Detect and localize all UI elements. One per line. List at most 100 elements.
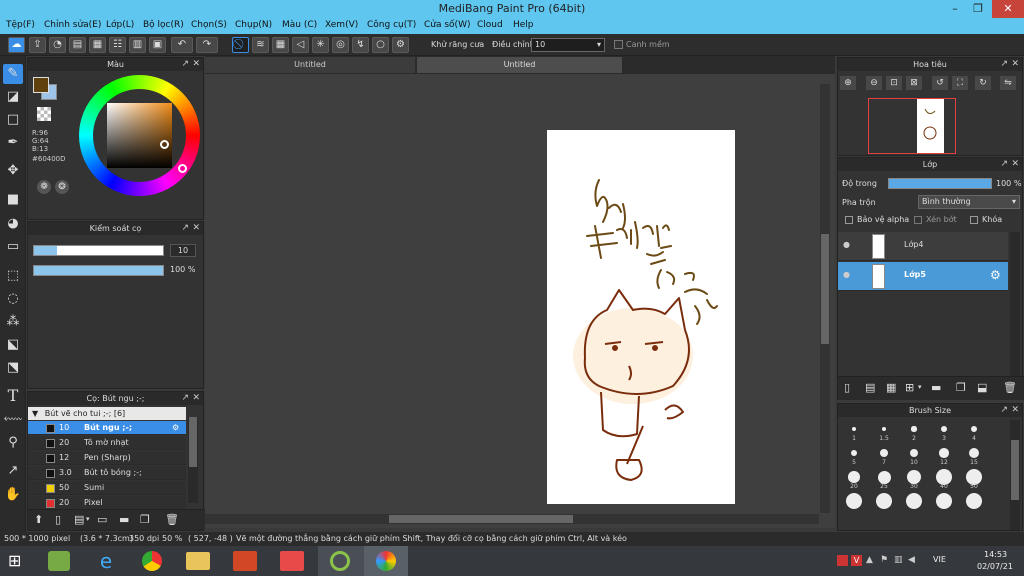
brush-size-cell[interactable]: 30: [900, 468, 928, 491]
close-icon[interactable]: ✕: [1011, 158, 1019, 171]
menu-layer[interactable]: Lớp(L): [106, 20, 134, 30]
popout-icon[interactable]: ↗: [1000, 58, 1008, 71]
rectangle-tool-icon[interactable]: □: [3, 110, 23, 130]
select-pen-tool-icon[interactable]: ⬕: [3, 335, 23, 355]
brush-new-icon[interactable]: ▯: [55, 513, 61, 526]
brush-size-cell[interactable]: 1: [840, 420, 868, 443]
magic-wand-tool-icon[interactable]: ⁂: [3, 312, 23, 332]
flip-icon[interactable]: ⇋: [1000, 76, 1016, 90]
snap-ellipse-icon[interactable]: ○: [372, 37, 389, 53]
chevron-down-icon[interactable]: ▾: [86, 515, 90, 523]
pages-icon[interactable]: ☷: [109, 37, 126, 53]
close-icon[interactable]: ✕: [1011, 404, 1019, 417]
layout-icon[interactable]: ▣: [149, 37, 166, 53]
bucket-tool-icon[interactable]: ◕: [3, 214, 23, 234]
new-halftone-layer-icon[interactable]: ▤: [865, 381, 875, 394]
brush-size-value[interactable]: 10: [170, 244, 196, 257]
layer-item[interactable]: ● Lớp5 ⚙: [838, 262, 1008, 291]
brush-list-scrollbar[interactable]: [188, 417, 198, 503]
file-explorer-icon[interactable]: [186, 552, 210, 570]
redo-icon[interactable]: ↷: [196, 37, 218, 53]
tray-v-icon[interactable]: V: [851, 555, 862, 566]
add-layer-icon[interactable]: ⊞: [905, 381, 914, 394]
new-layer-icon[interactable]: ▯: [844, 381, 850, 394]
brush-size-cell[interactable]: 40: [930, 468, 958, 491]
brush-copy-icon[interactable]: ❐: [140, 513, 150, 526]
fullscreen-icon[interactable]: ⛶: [952, 76, 968, 90]
canvas-hscrollbar[interactable]: [205, 514, 819, 524]
operation-tool-icon[interactable]: ⬳: [3, 410, 23, 430]
powerpoint-icon[interactable]: [233, 551, 257, 571]
edge-checkbox[interactable]: [614, 40, 623, 49]
snap-settings-icon[interactable]: ⚙: [392, 37, 409, 53]
layer-visibility-icon[interactable]: ●: [843, 270, 850, 279]
grid-icon[interactable]: ▥: [129, 37, 146, 53]
select-tool-icon[interactable]: ⬚: [3, 266, 23, 286]
menu-snap[interactable]: Chụp(N): [235, 20, 272, 30]
menu-view[interactable]: Xem(V): [325, 20, 358, 30]
menu-window[interactable]: Cửa số(W): [424, 20, 470, 30]
clip-checkbox[interactable]: [914, 216, 922, 224]
cloud-icon[interactable]: ☁: [8, 37, 25, 53]
clock-time[interactable]: 14:53: [984, 550, 1007, 559]
popout-icon[interactable]: ↗: [181, 58, 189, 71]
brush-edit-icon[interactable]: ▭: [97, 513, 107, 526]
pen-tool-icon[interactable]: ✒: [3, 133, 23, 153]
taskbar-app-active[interactable]: [318, 546, 364, 576]
fit-icon[interactable]: ⊡: [886, 76, 902, 90]
correction-select[interactable]: 10 ▾: [531, 38, 605, 52]
brush-size-cell[interactable]: 25: [870, 468, 898, 491]
snap-curve-icon[interactable]: ↯: [352, 37, 369, 53]
brush-opacity-slider[interactable]: [33, 265, 164, 276]
snap-parallel-icon[interactable]: ≋: [252, 37, 269, 53]
brush-size-scrollbar[interactable]: [1010, 420, 1020, 530]
brush-size-cell[interactable]: 5: [840, 444, 868, 467]
brush-size-cell[interactable]: [840, 492, 868, 515]
lasso-tool-icon[interactable]: ◌: [3, 289, 23, 309]
popout-icon[interactable]: ↗: [1000, 404, 1008, 417]
eraser-tool-icon[interactable]: ◪: [3, 87, 23, 107]
flag-icon[interactable]: ⚑: [880, 555, 888, 565]
navigator-viewport[interactable]: [868, 98, 956, 154]
primary-color-swatch[interactable]: [33, 77, 49, 93]
layer-scrollbar[interactable]: [1010, 232, 1020, 376]
palette-add-icon[interactable]: ❂: [55, 180, 69, 194]
folder-icon[interactable]: ▬: [931, 381, 941, 394]
layer-settings-icon[interactable]: ⚙: [990, 268, 1001, 282]
maximize-icon[interactable]: ❐: [966, 0, 990, 18]
note-icon[interactable]: ▤: [69, 37, 86, 53]
brush-size-cell[interactable]: 50: [960, 468, 988, 491]
hue-picker-handle[interactable]: [178, 164, 187, 173]
gradient-tool-icon[interactable]: ▭: [3, 237, 23, 257]
share-icon[interactable]: ⇪: [29, 37, 46, 53]
rotate-right-icon[interactable]: ↻: [975, 76, 991, 90]
brush-size-cell[interactable]: 4: [960, 420, 988, 443]
select-eraser-tool-icon[interactable]: ⬔: [3, 358, 23, 378]
snap-vanish-icon[interactable]: ◁: [292, 37, 309, 53]
brush-size-cell[interactable]: 7: [870, 444, 898, 467]
tab-untitled-2[interactable]: Untitled: [417, 57, 622, 73]
close-icon[interactable]: ✕: [992, 0, 1024, 18]
brush-size-cell[interactable]: [930, 492, 958, 515]
snap-circle-icon[interactable]: ◎: [332, 37, 349, 53]
internet-explorer-icon[interactable]: e: [95, 550, 117, 572]
dropper-tool-icon[interactable]: ⚲: [3, 433, 23, 453]
chevron-down-icon[interactable]: ▾: [918, 383, 922, 391]
canvas-workspace[interactable]: [205, 74, 835, 528]
app-icon[interactable]: [280, 551, 304, 571]
close-icon[interactable]: ✕: [192, 222, 200, 235]
menu-select[interactable]: Chọn(S): [191, 20, 227, 30]
dropper2-tool-icon[interactable]: ↗: [3, 461, 23, 481]
brush-size-cell[interactable]: [900, 492, 928, 515]
brush-size-cell[interactable]: 20: [840, 468, 868, 491]
brush-size-cell[interactable]: [960, 492, 988, 515]
chrome-icon[interactable]: [142, 551, 162, 571]
brush-list-item[interactable]: 20 Pixel: [28, 496, 186, 509]
volume-icon[interactable]: ◀: [908, 555, 915, 565]
minimize-icon[interactable]: –: [943, 0, 967, 18]
bluestacks-icon[interactable]: [48, 551, 70, 571]
snap-off-icon[interactable]: ⃠: [232, 37, 249, 53]
brush-list-item[interactable]: 20 Tô mờ nhạt: [28, 436, 186, 450]
layer-item[interactable]: ● Lớp4: [838, 232, 1008, 261]
brush-size-cell[interactable]: 10: [900, 444, 928, 467]
